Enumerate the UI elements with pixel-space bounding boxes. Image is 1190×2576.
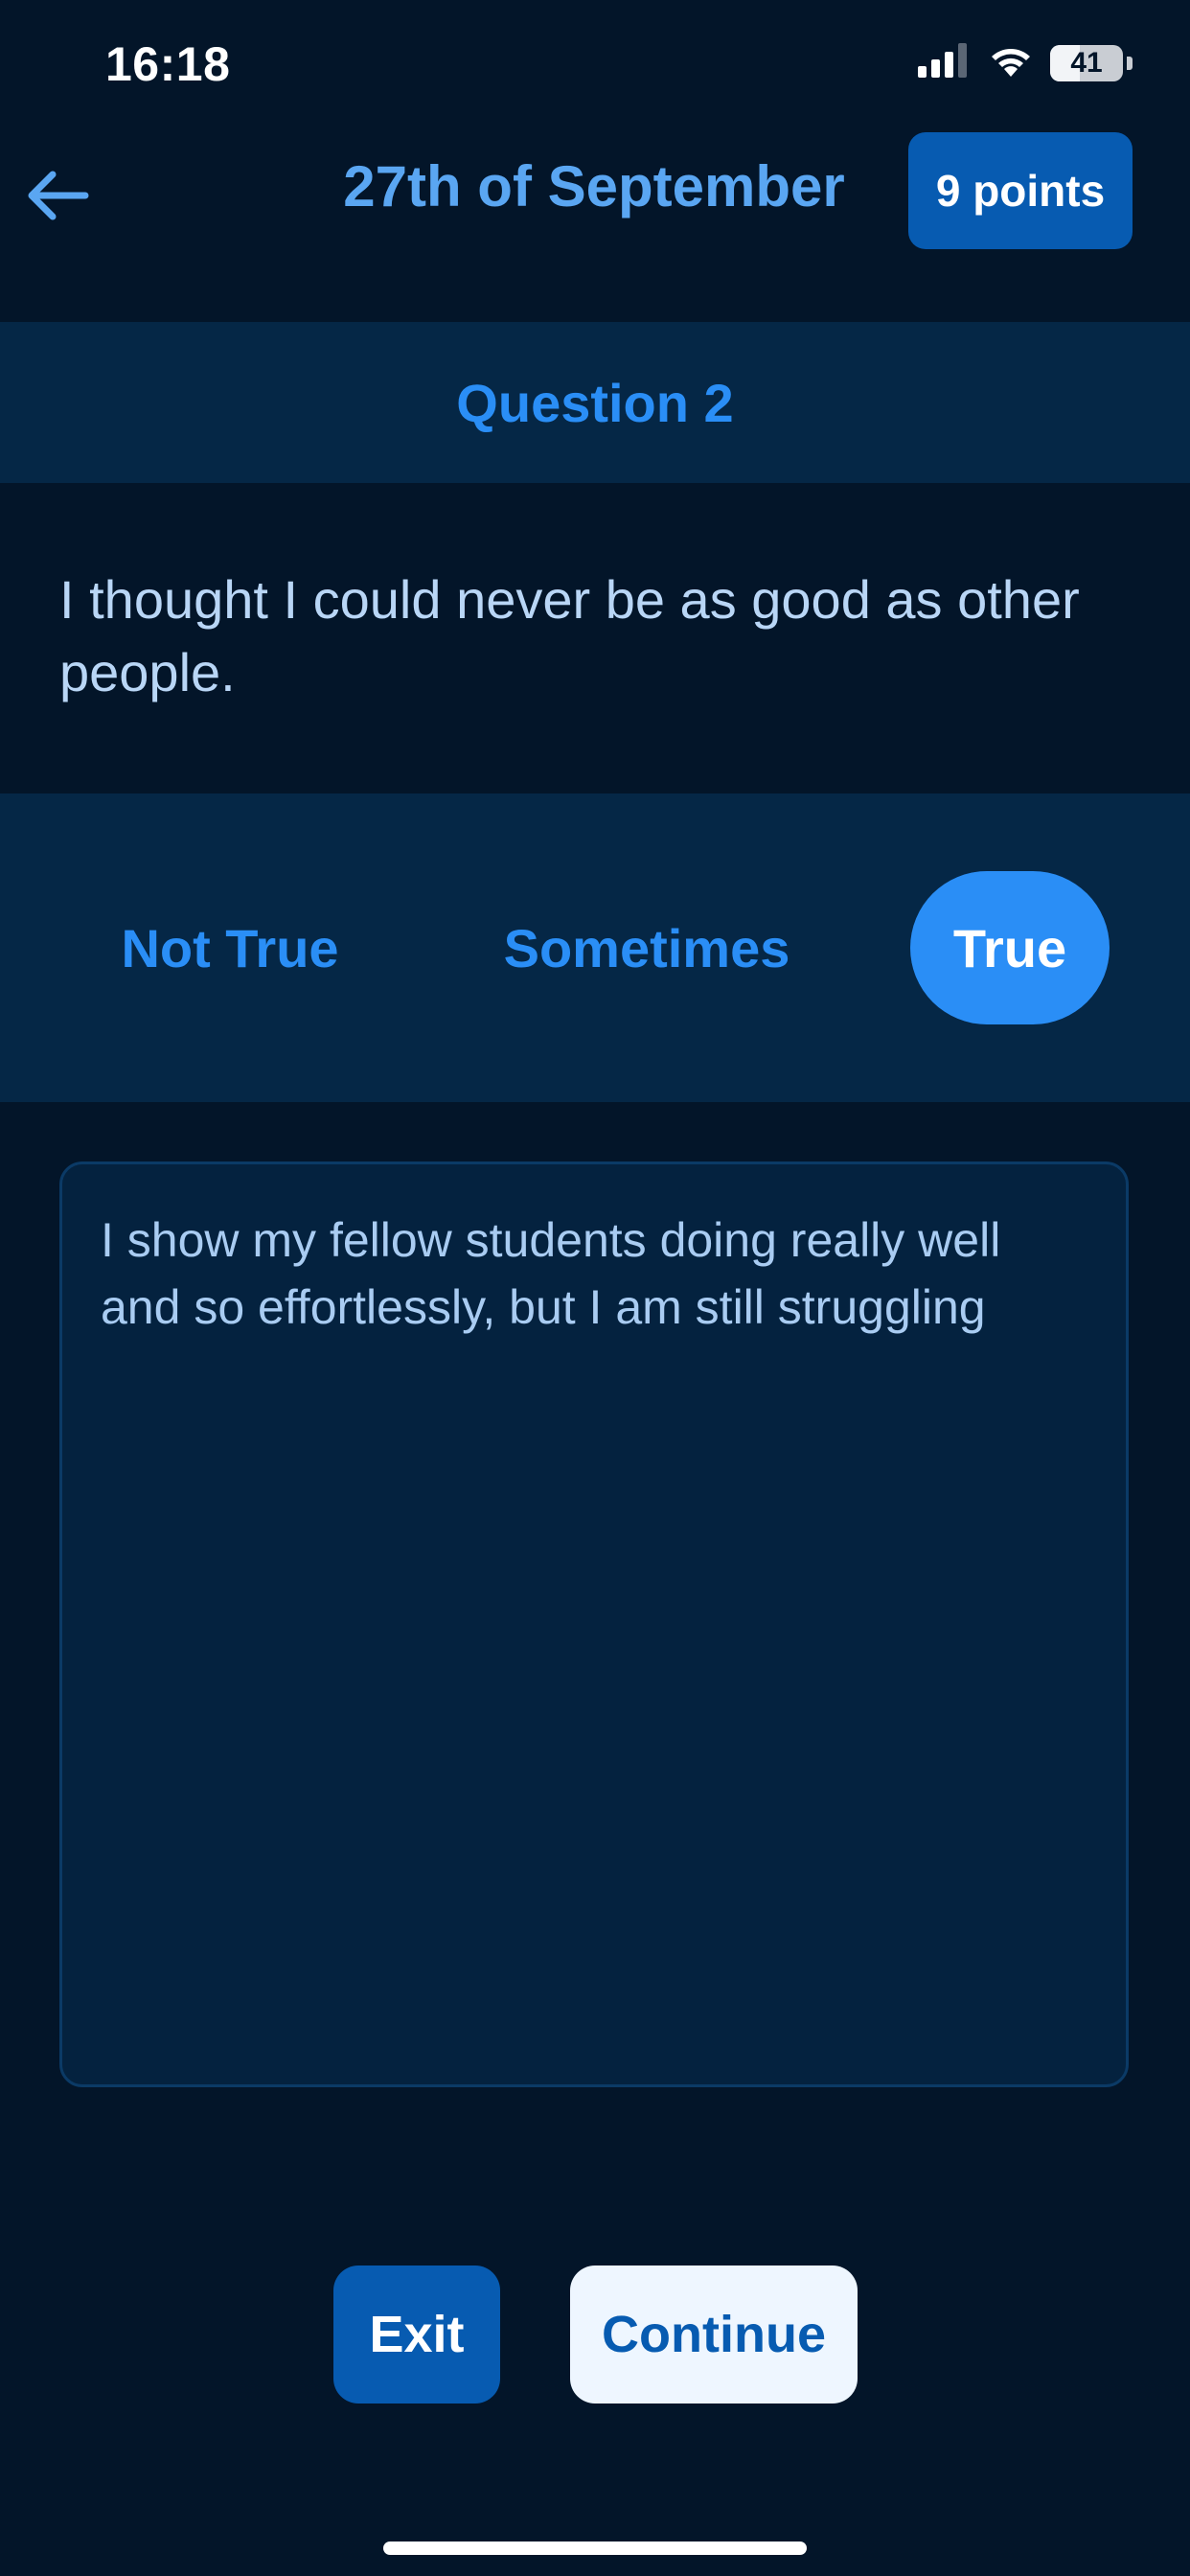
- option-true[interactable]: True: [910, 871, 1110, 1024]
- answer-options: Not True Sometimes True: [0, 794, 1190, 1102]
- journal-question-screen: 16:18 41 27th of September 9 points Ques…: [0, 0, 1190, 2576]
- question-text: I thought I could never be as good as ot…: [59, 569, 1080, 702]
- wifi-icon: [987, 42, 1035, 83]
- status-time: 16:18: [105, 37, 231, 91]
- header: 27th of September 9 points: [0, 128, 1190, 320]
- option-sometimes[interactable]: Sometimes: [484, 871, 810, 1024]
- battery-nub: [1127, 56, 1133, 70]
- question-number: Question 2: [456, 372, 734, 433]
- back-button[interactable]: [19, 157, 96, 234]
- notes-textarea[interactable]: I show my fellow students doing really w…: [59, 1162, 1129, 2087]
- arrow-left-icon: [28, 171, 89, 220]
- question-header: Question 2: [0, 322, 1190, 483]
- cellular-signal-icon: [918, 43, 972, 82]
- status-icons: 41: [918, 42, 1133, 83]
- home-indicator[interactable]: [383, 2542, 807, 2555]
- status-bar: 16:18 41: [0, 0, 1190, 128]
- battery-icon: 41: [1050, 44, 1123, 81]
- option-not-true[interactable]: Not True: [96, 871, 364, 1024]
- battery-level: 41: [1070, 46, 1103, 79]
- continue-button[interactable]: Continue: [570, 2266, 858, 2404]
- points-badge: 9 points: [908, 132, 1133, 249]
- page-title: 27th of September: [343, 154, 845, 218]
- exit-button[interactable]: Exit: [333, 2266, 500, 2404]
